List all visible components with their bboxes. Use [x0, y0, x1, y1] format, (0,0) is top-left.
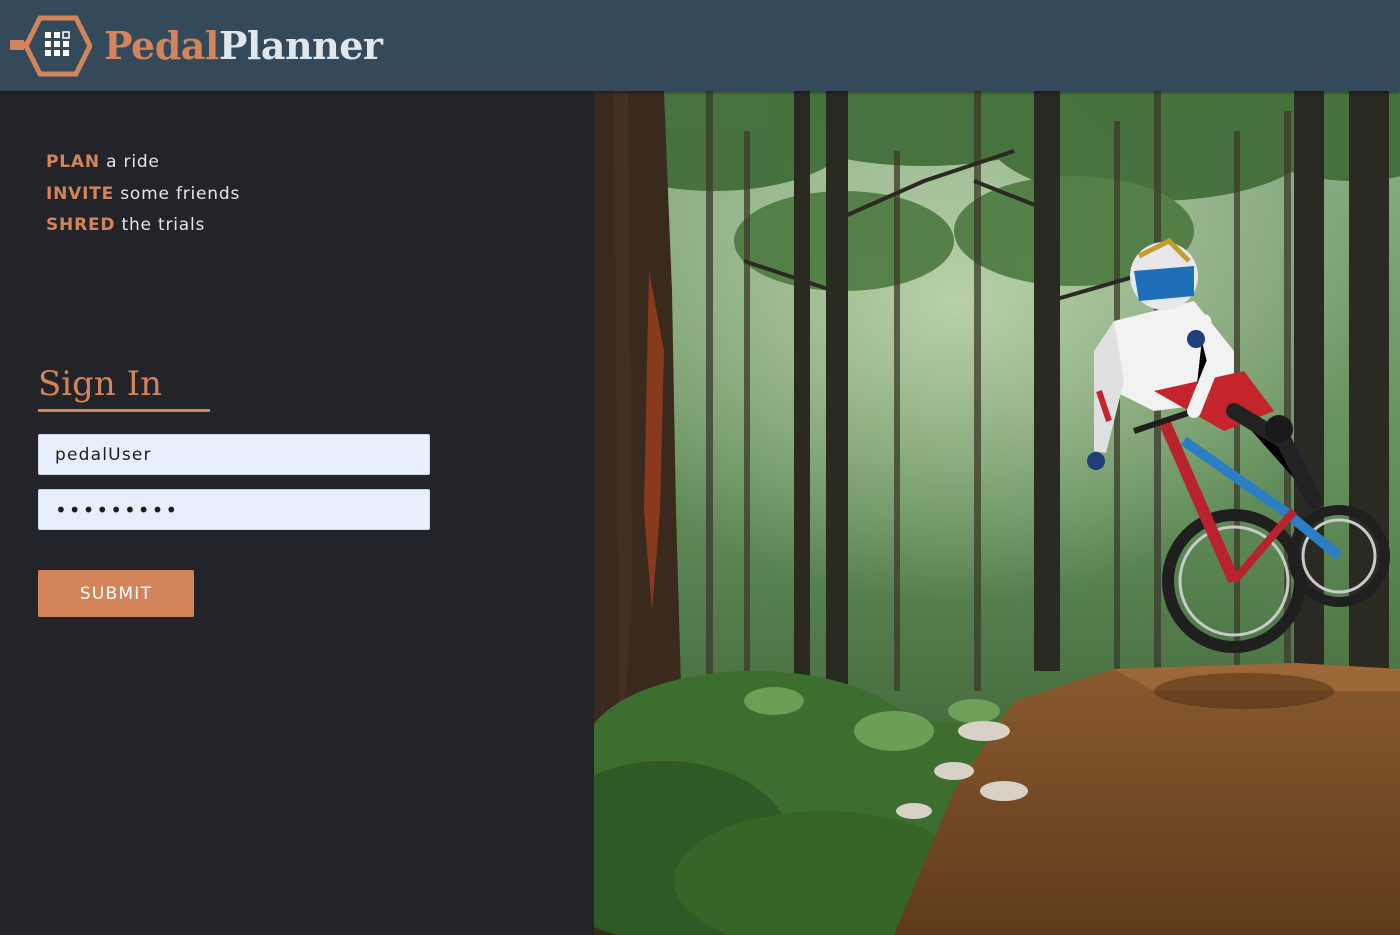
tagline-text: the trials: [121, 215, 206, 235]
tagline: PLAN a ride INVITE some friends SHRED th…: [46, 147, 240, 242]
tagline-keyword: PLAN: [46, 152, 100, 172]
username-field[interactable]: [38, 434, 430, 475]
signin-panel: PLAN a ride INVITE some friends SHRED th…: [0, 91, 594, 935]
hexagon-grid-logo-icon[interactable]: [10, 14, 92, 78]
app-header: PedalPlanner: [0, 0, 1400, 91]
password-field[interactable]: [38, 489, 430, 530]
signin-title: Sign In: [38, 363, 210, 412]
tagline-line: SHRED the trials: [46, 210, 240, 242]
tagline-keyword: INVITE: [46, 183, 115, 204]
tagline-text: a ride: [106, 152, 160, 172]
mountain-bike-forest-photo: [594, 91, 1400, 935]
brand-secondary: Planner: [218, 23, 383, 68]
submit-button[interactable]: SUBMIT: [38, 570, 194, 617]
tagline-keyword: SHRED: [46, 215, 116, 235]
tagline-line: PLAN a ride: [46, 147, 240, 179]
tagline-line: INVITE some friends: [46, 179, 240, 211]
tagline-text: some friends: [120, 183, 241, 204]
brand-name[interactable]: PedalPlanner: [104, 22, 383, 70]
brand-primary: Pedal: [104, 23, 219, 68]
